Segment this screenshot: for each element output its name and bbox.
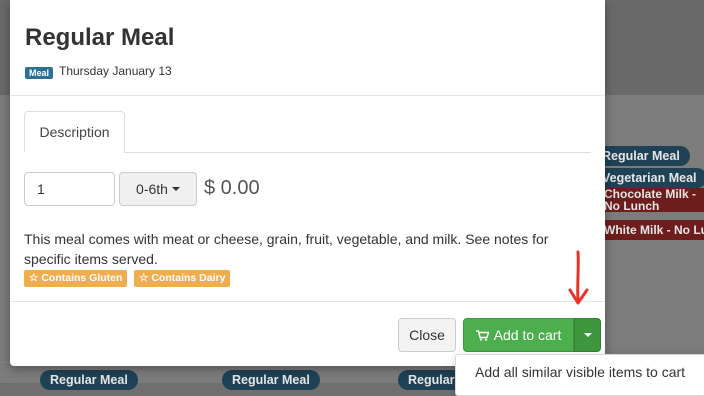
caret-down-icon: [171, 187, 180, 191]
meal-badge: Meal: [25, 67, 54, 79]
grade-dropdown-button[interactable]: 0-6th: [119, 172, 197, 206]
background-pill: Regular Meal: [40, 370, 138, 390]
meal-date: Thursday January 13: [59, 64, 172, 78]
add-to-cart-label: Add to cart: [493, 327, 562, 343]
grade-label: 0-6th: [136, 181, 168, 197]
modal-footer-divider: [10, 301, 605, 302]
price: $ 0.00: [204, 177, 260, 199]
add-to-cart-dropdown-menu: Add all similar visible items to cart: [455, 354, 704, 396]
quantity-input[interactable]: [24, 172, 115, 206]
background-pill: Chocolate Milk - No Lunch: [598, 188, 704, 212]
cart-icon: [475, 329, 489, 341]
red-arrow-icon: [568, 250, 589, 305]
add-similar-items-menu-item[interactable]: Add all similar visible items to cart: [475, 364, 685, 380]
background-pill: Regular Meal: [222, 370, 320, 390]
allergen-tag-gluten: ☆ Contains Gluten: [24, 270, 128, 287]
modal-title: Regular Meal: [25, 24, 175, 51]
close-button[interactable]: Close: [398, 318, 456, 352]
add-to-cart-button[interactable]: Add to cart: [463, 318, 574, 352]
background-pill: White Milk - No Lunch: [598, 220, 704, 240]
add-to-cart-dropdown-toggle[interactable]: [574, 318, 601, 352]
background-pill: Regular Meal: [592, 146, 690, 166]
allergen-tag-dairy: ☆ Contains Dairy: [134, 270, 231, 287]
meal-description: This meal comes with meat or cheese, gra…: [24, 231, 549, 267]
modal-header: Regular Meal Meal Thursday January 13: [10, 0, 605, 96]
tab-description[interactable]: Description: [24, 111, 125, 153]
background-pill: Vegetarian Meal: [592, 168, 704, 188]
meal-modal: Regular Meal Meal Thursday January 13 De…: [10, 0, 605, 366]
caret-down-icon: [583, 333, 592, 337]
